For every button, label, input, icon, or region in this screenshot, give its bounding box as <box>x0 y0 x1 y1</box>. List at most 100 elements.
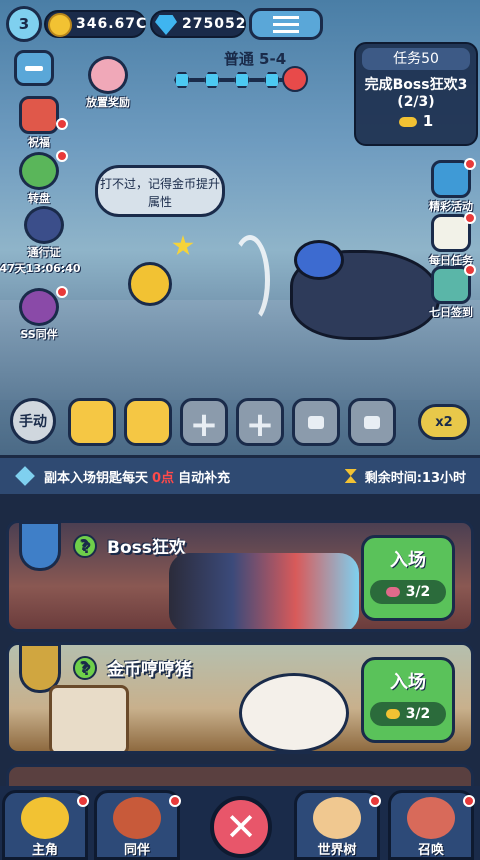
skill-bar: 手动 x2 <box>0 392 480 448</box>
dungeon-card-gold-pig[interactable]: ? 金币哼哼猪 入场 3/2 <box>6 642 474 754</box>
wheel-button[interactable]: 转盘 <box>14 150 68 206</box>
nav-summon[interactable]: 召唤 <box>388 790 475 860</box>
dungeon-card-boss[interactable]: ? Boss狂欢 入场 3/2 <box>6 520 474 632</box>
dungeon-name: 金币哼哼猪 <box>107 660 192 680</box>
ssr-icon <box>19 288 59 326</box>
pass-button[interactable]: 通行证 47天13:06:40 <box>0 206 84 276</box>
refill-timer: 剩余时间:13小时 <box>364 470 466 486</box>
pass-timer: 47天13:06:40 <box>0 262 81 275</box>
nav-summon-label: 召唤 <box>417 843 444 858</box>
windmill-house <box>49 685 129 751</box>
skill-slot-paper-plane[interactable] <box>124 398 172 446</box>
skill-slot-locked[interactable] <box>292 398 340 446</box>
nav-hero-label: 主角 <box>31 843 58 858</box>
blessing-button[interactable]: 祝福 <box>14 96 68 150</box>
stage-node <box>204 72 220 88</box>
coin-icon <box>48 13 72 37</box>
coin-counter[interactable]: 346.67C <box>44 10 146 38</box>
ssr-partner-button[interactable]: SS同伴 <box>14 286 68 342</box>
notice-text-end: 自动补充 <box>178 470 231 486</box>
notice-text: 副本入场钥匙每天 <box>44 470 149 486</box>
coin-amount: 346.67C <box>76 16 148 32</box>
summon-icon <box>407 797 455 839</box>
nav-partner-label: 同伴 <box>123 843 150 858</box>
notice-highlight: 0点 <box>152 470 175 486</box>
menu-icon <box>273 22 299 26</box>
partner-icon <box>113 797 161 839</box>
diamond-icon <box>15 466 35 486</box>
blessing-label: 祝福 <box>28 136 50 149</box>
player-level-badge[interactable]: 3 <box>6 6 42 42</box>
skill-slot-add[interactable] <box>180 398 228 446</box>
skill-slot-locked[interactable] <box>348 398 396 446</box>
notification-dot <box>464 264 476 276</box>
notification-dot <box>56 150 68 162</box>
bottom-nav: 主角 同伴 ✕ 世界树 召唤 <box>0 786 480 860</box>
help-icon[interactable]: ? <box>73 655 97 680</box>
key-count: 3/2 <box>370 702 446 726</box>
pass-label: 通行证 <box>27 246 61 259</box>
notification-dot <box>369 795 381 807</box>
quest-progress: (2/3) <box>397 94 435 110</box>
stage-title: 普通 5-4 <box>223 50 287 68</box>
nav-partner[interactable]: 同伴 <box>94 790 181 860</box>
notification-dot <box>56 286 68 298</box>
nav-world-tree[interactable]: 世界树 <box>294 790 381 860</box>
enter-button[interactable]: 入场 3/2 <box>361 535 455 621</box>
manual-toggle-button[interactable]: 手动 <box>10 398 56 444</box>
quest-title: 任务50 <box>362 48 470 70</box>
idle-reward-label: 放置奖励 <box>86 96 130 109</box>
key-refill-notice: 副本入场钥匙每天 0点 自动补充 剩余时间:13小时 <box>0 458 480 494</box>
speech-bubble: 打不过，记得金币提升属性 <box>95 165 225 217</box>
key-count-value: 3/2 <box>405 706 431 722</box>
notification-dot <box>463 795 475 807</box>
gem-counter[interactable]: 275052 <box>150 10 246 38</box>
close-button[interactable]: ✕ <box>210 796 272 858</box>
enter-label: 入场 <box>390 550 426 571</box>
top-bar: 3 346.67C 275052 <box>6 6 474 42</box>
boss-stage-icon <box>282 66 308 92</box>
world-tree-icon <box>313 797 361 839</box>
signin-button[interactable]: 七日签到 <box>424 264 478 320</box>
key-icon <box>385 709 400 719</box>
notification-dot <box>77 795 89 807</box>
dungeon-title: ? 金币哼哼猪 <box>73 655 192 680</box>
stage-node <box>264 72 280 88</box>
quest-description: 完成Boss狂欢3 <box>364 77 468 93</box>
notification-dot <box>56 118 68 130</box>
menu-button[interactable] <box>249 8 323 40</box>
stage-node <box>234 72 250 88</box>
key-count: 3/2 <box>370 580 446 604</box>
star-icon <box>172 235 194 256</box>
pass-icon <box>24 206 64 244</box>
idle-reward-button[interactable]: 放置奖励 <box>80 56 136 110</box>
boss-characters <box>169 553 359 629</box>
hourglass-icon <box>344 469 357 483</box>
wheel-icon <box>19 152 59 190</box>
nav-hero[interactable]: 主角 <box>2 790 89 860</box>
daily-task-button[interactable]: 每日任务 <box>424 212 478 268</box>
ssr-label: SS同伴 <box>20 328 58 341</box>
enter-button[interactable]: 入场 3/2 <box>361 657 455 743</box>
speed-x2-button[interactable]: x2 <box>418 404 470 440</box>
collapse-button[interactable] <box>14 50 54 86</box>
help-icon[interactable]: ? <box>73 533 97 558</box>
piggy-bank <box>239 673 349 751</box>
gem-icon <box>155 15 177 35</box>
signin-label: 七日签到 <box>429 306 473 319</box>
nav-world-tree-label: 世界树 <box>317 843 357 858</box>
events-button[interactable]: 精彩活动 <box>424 158 478 214</box>
skill-slot-add[interactable] <box>236 398 284 446</box>
dungeon-title: ? Boss狂欢 <box>73 533 186 558</box>
gem-amount: 275052 <box>182 16 247 32</box>
key-icon <box>398 116 417 127</box>
notification-dot <box>169 795 181 807</box>
quest-reward: 1 <box>356 112 476 130</box>
skill-slot-vortex[interactable] <box>68 398 116 446</box>
key-count-value: 3/2 <box>405 584 431 600</box>
quest-panel[interactable]: 任务50 完成Boss狂欢3 (2/3) 1 <box>354 42 478 146</box>
slash-effect <box>230 235 270 325</box>
notification-dot <box>464 158 476 170</box>
boss-head <box>294 240 344 280</box>
hero-character <box>128 262 172 306</box>
